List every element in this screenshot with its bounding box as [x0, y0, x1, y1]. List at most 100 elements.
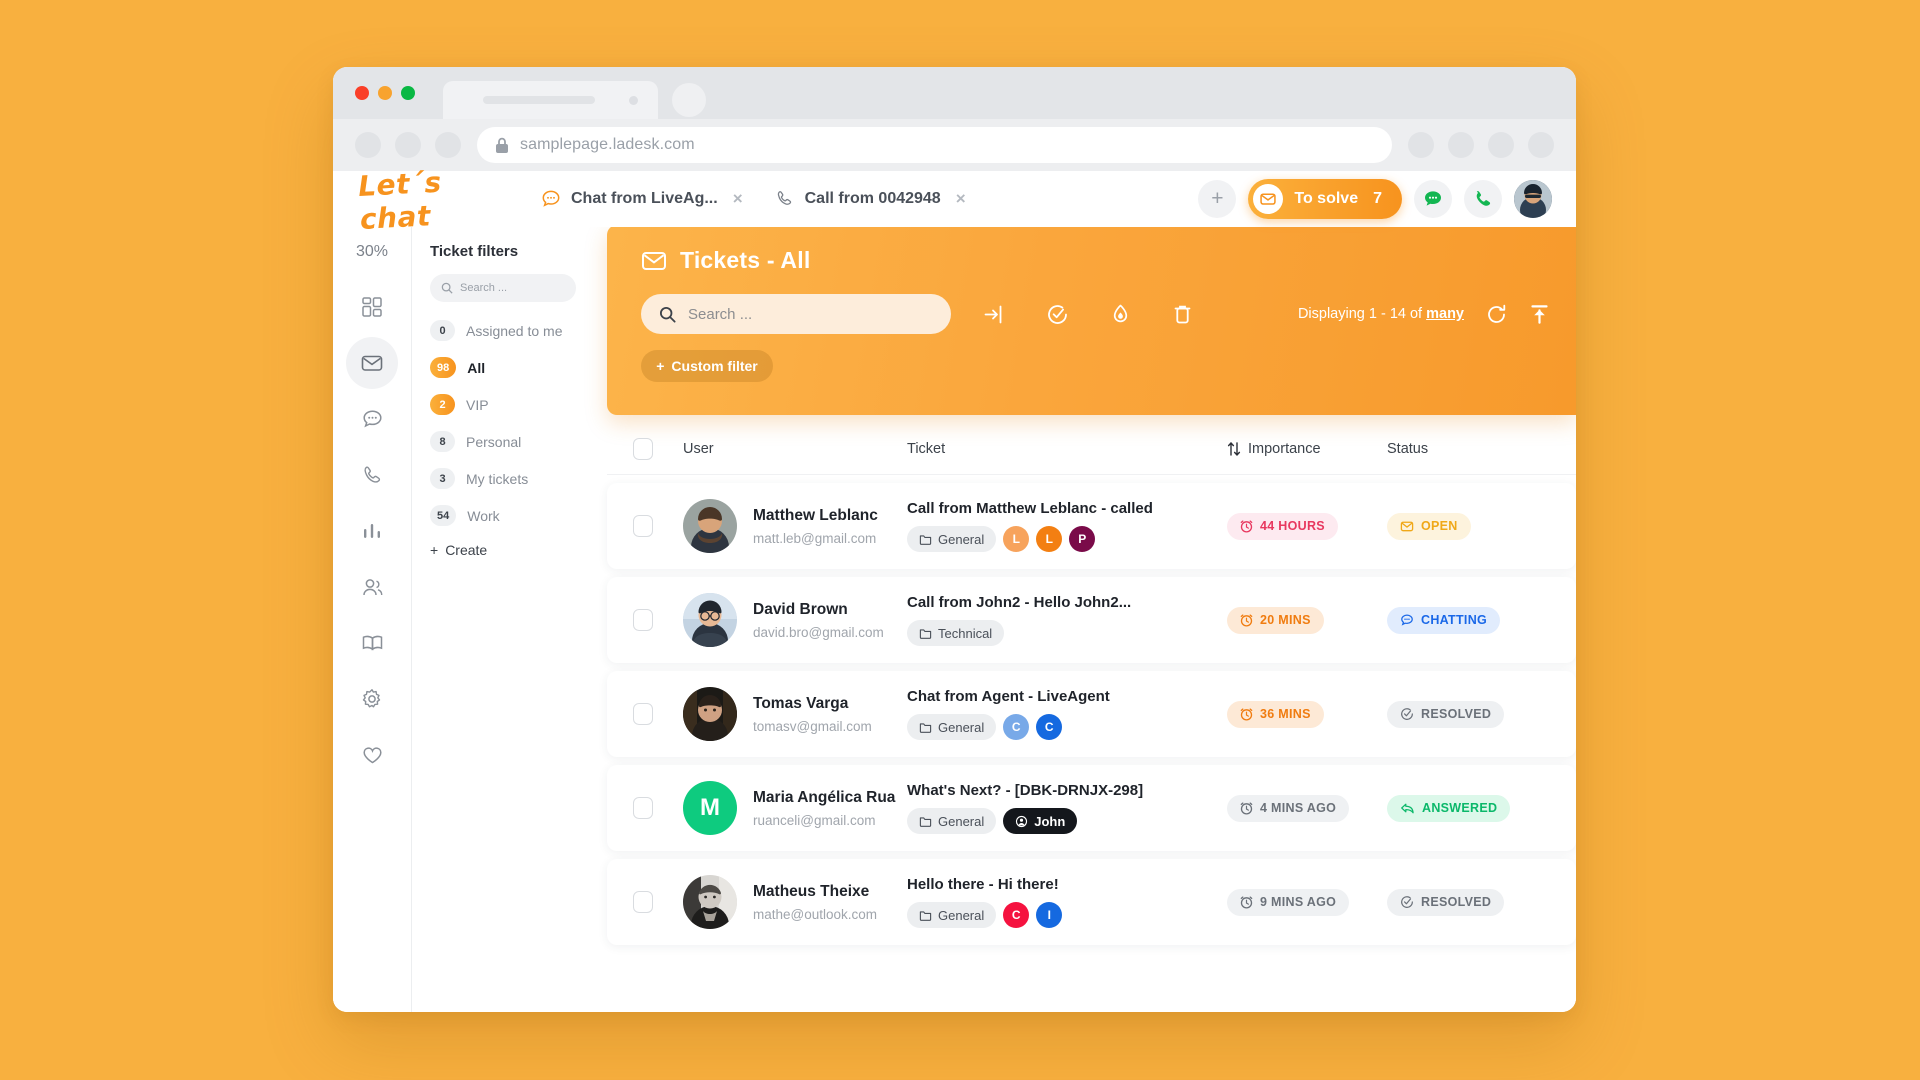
create-filter-button[interactable]: + Create — [430, 542, 607, 558]
department-tag[interactable]: General — [907, 902, 997, 928]
department-tag[interactable]: General — [907, 526, 997, 552]
column-header-ticket[interactable]: Ticket — [907, 441, 1227, 457]
sidebar-item-calls[interactable] — [346, 449, 398, 501]
sidebar-item-reports[interactable] — [346, 505, 398, 557]
tag-avatar[interactable]: C — [1003, 714, 1030, 740]
filter-label: My tickets — [466, 470, 529, 487]
clock-icon — [1240, 896, 1253, 909]
ticket-search-input[interactable]: Search ... — [641, 294, 951, 334]
sidebar-item-work[interactable]: 54 Work — [430, 505, 607, 526]
browser-tab-close-icon[interactable] — [629, 96, 638, 105]
clock-icon — [1240, 520, 1253, 533]
browser-tab[interactable] — [443, 81, 658, 119]
department-tag[interactable]: Technical — [907, 620, 1005, 646]
department-label: General — [938, 907, 985, 923]
browser-extensions[interactable] — [1408, 132, 1554, 158]
sidebar-item-settings[interactable] — [346, 673, 398, 725]
row-checkbox[interactable] — [633, 609, 653, 631]
flame-icon[interactable] — [1109, 303, 1132, 326]
tab-chat-from-liveagent[interactable]: Chat from LiveAg... × — [541, 189, 743, 209]
column-header-status[interactable]: Status — [1387, 441, 1527, 457]
reload-button[interactable] — [435, 132, 461, 158]
sidebar-item-my-tickets[interactable]: 3 My tickets — [430, 468, 607, 489]
department-tag[interactable]: General — [907, 808, 997, 834]
tag-avatar[interactable]: C — [1003, 902, 1030, 928]
sidebar-item-chats[interactable] — [346, 393, 398, 445]
ticket-subject[interactable]: Call from John2 - Hello John2... — [907, 594, 1227, 611]
filters-search-input[interactable]: Search ... — [430, 274, 576, 302]
sidebar-item-vip[interactable]: 2 VIP — [430, 394, 607, 415]
user-email: tomasv@gmail.com — [753, 718, 872, 734]
new-tab-button[interactable] — [672, 83, 706, 117]
row-status-cell: ANSWERED — [1387, 794, 1527, 822]
sidebar-item-personal[interactable]: 8 Personal — [430, 431, 607, 452]
tickets-table: User Ticket Importance Status Matthew Le… — [607, 423, 1576, 1012]
tag-avatar[interactable]: P — [1069, 526, 1096, 552]
column-header-importance[interactable]: Importance — [1227, 441, 1387, 457]
ticket-subject[interactable]: What's Next? - [DBK-DRNJX-298] — [907, 782, 1227, 799]
back-button[interactable] — [355, 132, 381, 158]
ticket-subject[interactable]: Call from Matthew Leblanc - called — [907, 500, 1227, 517]
to-solve-button[interactable]: To solve 7 — [1248, 179, 1402, 219]
extension-icon[interactable] — [1448, 132, 1474, 158]
avatar — [683, 593, 737, 647]
chat-button[interactable] — [1414, 180, 1452, 218]
extension-icon[interactable] — [1488, 132, 1514, 158]
tab-call-from-0042948[interactable]: Call from 0042948 × — [775, 189, 966, 209]
tag-avatar[interactable]: C — [1036, 714, 1063, 740]
column-header-user[interactable]: User — [653, 441, 907, 457]
minimize-window-button[interactable] — [378, 86, 392, 100]
tag-avatar[interactable]: L — [1003, 526, 1030, 552]
table-row[interactable]: M Maria Angélica Rua ruanceli@gmail.com … — [607, 765, 1576, 851]
tab-close-icon[interactable]: × — [956, 189, 966, 209]
tag-avatar[interactable]: I — [1036, 902, 1063, 928]
sidebar-item-knowledge-base[interactable] — [346, 617, 398, 669]
export-icon[interactable] — [1529, 304, 1550, 325]
importance-badge: 20 MINS — [1227, 606, 1324, 634]
sidebar-item-dashboard[interactable] — [346, 281, 398, 333]
sidebar-item-customers[interactable] — [346, 561, 398, 613]
table-row[interactable]: Tomas Varga tomasv@gmail.com Chat from A… — [607, 671, 1576, 757]
browser-nav-buttons[interactable] — [355, 132, 461, 158]
browser-tabstrip[interactable] — [443, 81, 706, 119]
table-row[interactable]: Matthew Leblanc matt.leb@gmail.com Call … — [607, 483, 1576, 569]
window-controls[interactable] — [355, 86, 415, 100]
sidebar-item-tickets[interactable] — [346, 337, 398, 389]
app-body: 30% Ticket filters Search ... 0 Assigned… — [333, 225, 1576, 1012]
add-button[interactable]: + — [1198, 180, 1237, 218]
ticket-subject[interactable]: Chat from Agent - LiveAgent — [907, 688, 1227, 705]
refresh-icon[interactable] — [1486, 304, 1507, 325]
tab-close-icon[interactable]: × — [733, 189, 743, 209]
row-checkbox[interactable] — [633, 891, 653, 913]
resolve-icon[interactable] — [1046, 303, 1069, 326]
app-logo[interactable]: Let´s chat — [357, 162, 512, 236]
custom-filter-button[interactable]: + Custom filter — [641, 350, 773, 382]
address-bar[interactable]: samplepage.ladesk.com — [477, 127, 1392, 163]
row-checkbox[interactable] — [633, 797, 653, 819]
agent-tag[interactable]: John — [1003, 808, 1078, 834]
filter-label: Personal — [466, 433, 522, 450]
sidebar-item-favorites[interactable] — [346, 729, 398, 781]
trash-icon[interactable] — [1172, 303, 1193, 326]
row-checkbox[interactable] — [633, 703, 653, 725]
extension-icon[interactable] — [1408, 132, 1434, 158]
table-row[interactable]: Matheus Theixe mathe@outlook.com Hello t… — [607, 859, 1576, 945]
profile-icon[interactable] — [1528, 132, 1554, 158]
department-tag[interactable]: General — [907, 714, 997, 740]
table-row[interactable]: David Brown david.bro@gmail.com Call fro… — [607, 577, 1576, 663]
close-window-button[interactable] — [355, 86, 369, 100]
row-checkbox[interactable] — [633, 515, 653, 537]
maximize-window-button[interactable] — [401, 86, 415, 100]
sidebar-item-all[interactable]: 98 All — [430, 357, 607, 378]
user-avatar[interactable] — [1514, 180, 1552, 218]
tag-avatar[interactable]: L — [1036, 526, 1063, 552]
folder-icon — [919, 628, 932, 639]
forward-button[interactable] — [395, 132, 421, 158]
call-button[interactable] — [1464, 180, 1502, 218]
ticket-subject[interactable]: Hello there - Hi there! — [907, 876, 1227, 893]
sidebar-item-assigned-to-me[interactable]: 0 Assigned to me — [430, 320, 607, 341]
assign-icon[interactable] — [983, 303, 1006, 326]
conversation-tabs[interactable]: Chat from LiveAg... × Call from 0042948 … — [541, 189, 966, 209]
select-all-checkbox[interactable] — [633, 437, 653, 460]
displaying-many-link[interactable]: many — [1426, 306, 1464, 322]
